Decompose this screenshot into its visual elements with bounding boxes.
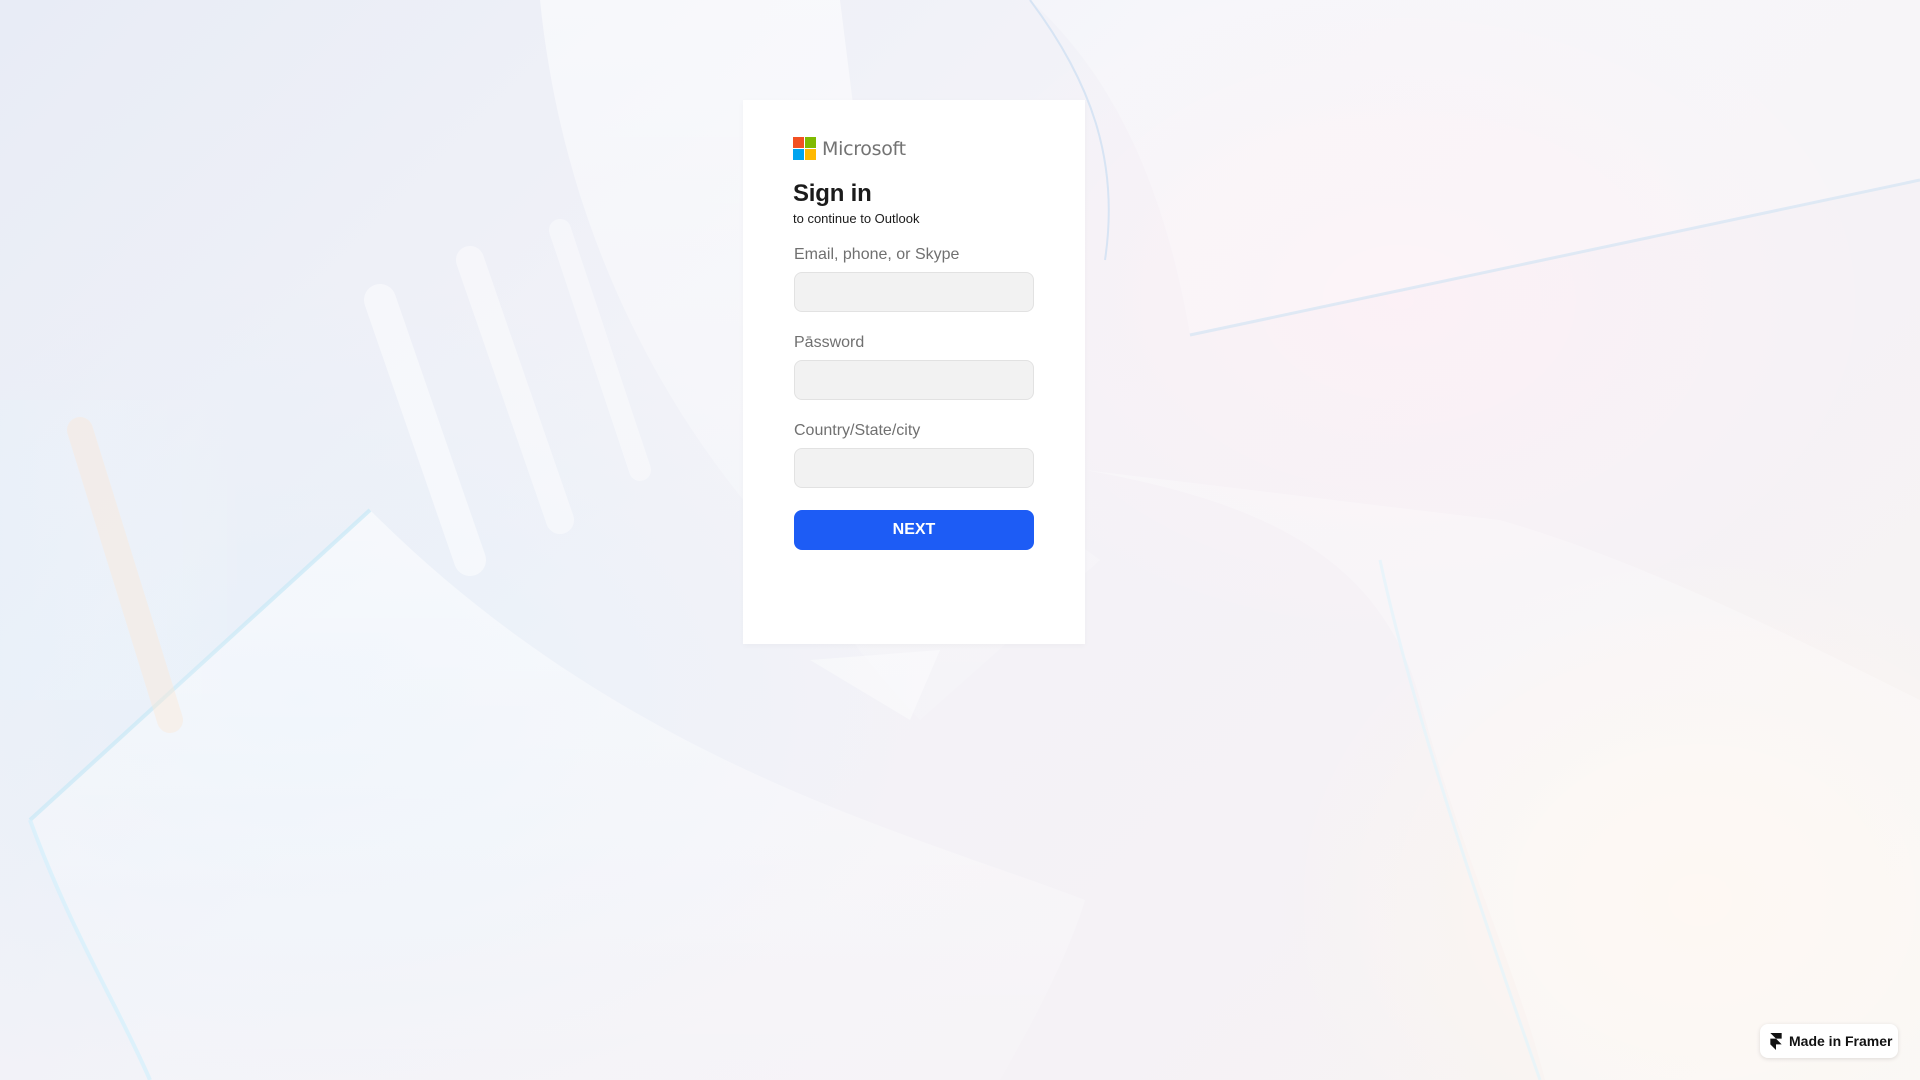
microsoft-squares-icon xyxy=(793,137,816,160)
logo-square-yellow xyxy=(805,149,816,160)
email-field[interactable] xyxy=(794,272,1034,312)
logo-square-blue xyxy=(793,149,804,160)
email-label: Email, phone, or Skype xyxy=(794,246,960,263)
sign-in-card: Microsoft Sign in to continue to Outlook… xyxy=(743,100,1085,644)
made-in-framer-badge[interactable]: Made in Framer xyxy=(1760,1024,1898,1058)
password-field[interactable] xyxy=(794,360,1034,400)
logo-square-green xyxy=(805,137,816,148)
logo-square-red xyxy=(793,137,804,148)
page-title: Sign in xyxy=(793,180,872,207)
microsoft-logo: Microsoft xyxy=(793,137,906,160)
microsoft-wordmark: Microsoft xyxy=(822,137,906,160)
made-in-framer-label: Made in Framer xyxy=(1789,1033,1893,1049)
password-label: Pāssword xyxy=(794,334,865,351)
next-button[interactable]: NEXT xyxy=(794,510,1034,550)
location-label: Country/State/city xyxy=(794,422,921,439)
framer-icon xyxy=(1770,1032,1782,1050)
location-field[interactable] xyxy=(794,448,1034,488)
page-subtitle: to continue to Outlook xyxy=(793,211,920,226)
